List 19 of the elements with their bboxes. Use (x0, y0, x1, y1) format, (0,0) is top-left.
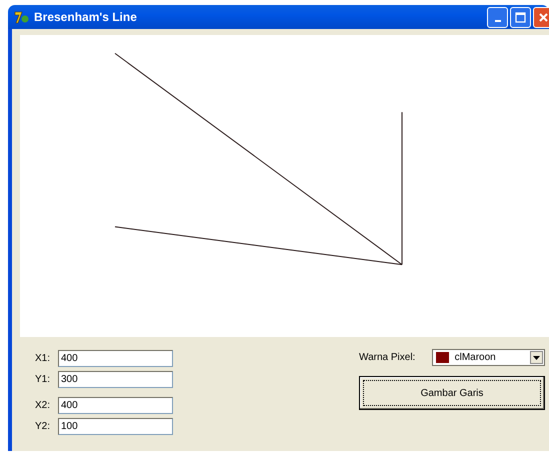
input-field[interactable]: 300 (58, 370, 173, 388)
close-button[interactable] (533, 6, 549, 28)
field-label: Y2: (35, 420, 52, 432)
close-icon (538, 12, 549, 22)
window-title: Bresenham's Line (34, 10, 137, 24)
color-label: Warna Pixel: (359, 352, 416, 363)
app-logo-icon (14, 9, 30, 25)
minimize-button[interactable] (487, 6, 508, 28)
maximize-icon (515, 12, 526, 22)
input-field[interactable]: 400 (58, 350, 173, 366)
draw-button[interactable]: Gambar Garis (359, 376, 545, 410)
field-label: Y1: (35, 374, 52, 384)
minimize-icon (494, 20, 500, 22)
field-label: X2: (35, 400, 52, 410)
input-field[interactable]: 400 (58, 396, 173, 414)
input-field[interactable]: 100 (58, 418, 173, 434)
maximize-button[interactable] (510, 6, 531, 28)
field-label: X1: (35, 352, 52, 364)
color-dropdown[interactable]: clMaroon (432, 349, 545, 366)
